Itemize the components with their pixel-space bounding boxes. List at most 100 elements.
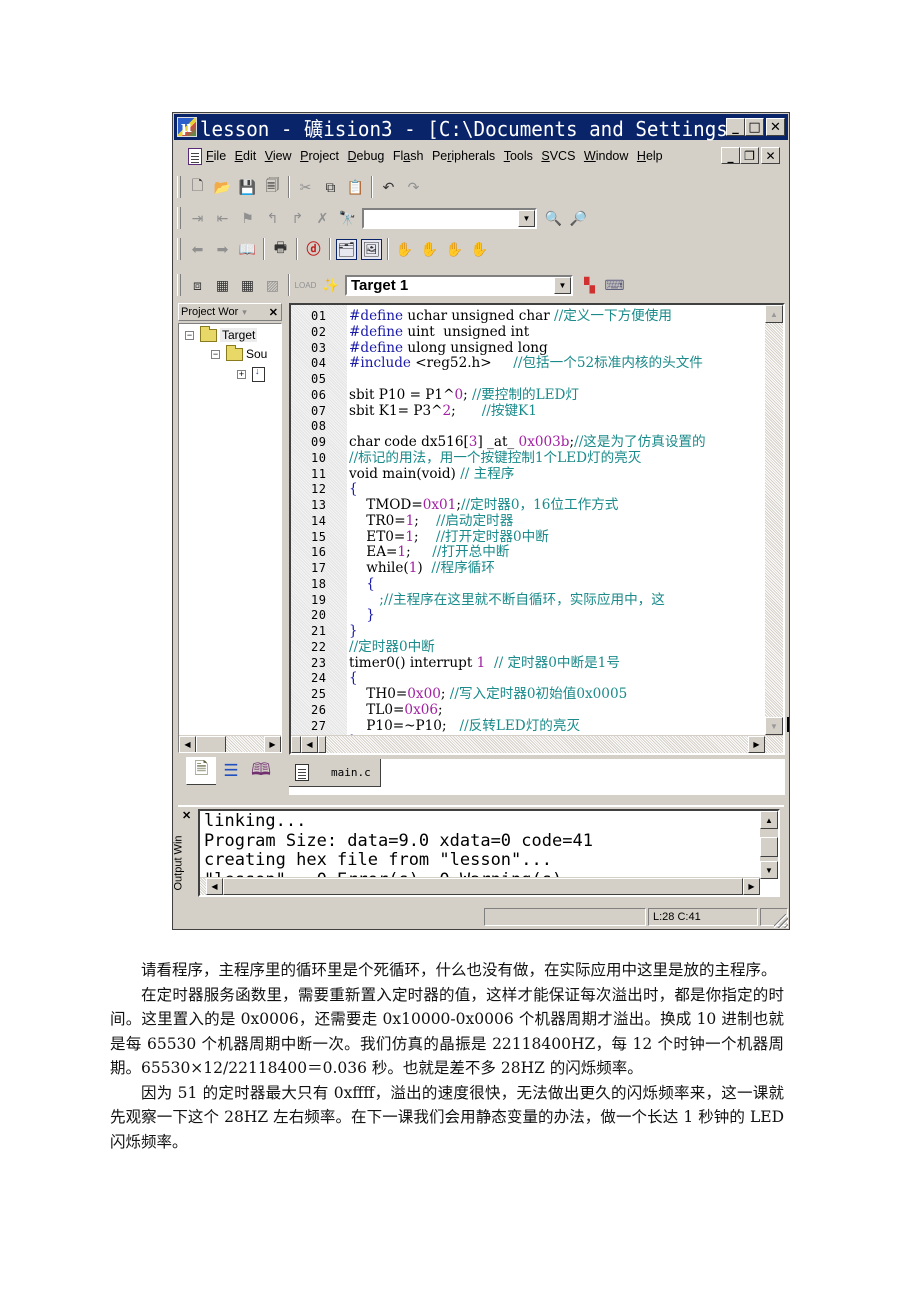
- mdi-minimize-button[interactable]: _: [721, 147, 740, 164]
- expand-icon[interactable]: +: [237, 370, 246, 379]
- close-button[interactable]: ✕: [766, 118, 785, 136]
- code-line[interactable]: 16 EA=1; //打开总中断: [291, 544, 765, 560]
- output-hscrollbar[interactable]: ◀ ▶: [200, 877, 760, 895]
- find-combo-dropdown[interactable]: ▼: [518, 209, 535, 227]
- scroll-down-button[interactable]: ▼: [760, 861, 778, 879]
- manage-components-button[interactable]: ⌨: [604, 275, 625, 296]
- code-line[interactable]: 12 {: [291, 481, 765, 497]
- minimize-button[interactable]: _: [726, 118, 745, 136]
- download-button[interactable]: LOAD: [295, 275, 317, 296]
- code-line[interactable]: 17 while(1) //程序循环: [291, 560, 765, 576]
- menu-window[interactable]: Window: [584, 149, 628, 163]
- pin-icon[interactable]: ▾: [242, 307, 247, 318]
- scroll-thumb[interactable]: [223, 878, 743, 895]
- code-line[interactable]: 05: [291, 371, 765, 387]
- tree-node-source-group[interactable]: − Sou: [211, 344, 267, 361]
- redo-button[interactable]: ↷: [403, 177, 424, 198]
- menu-debug[interactable]: Debug: [348, 149, 385, 163]
- regs-tab[interactable]: ☰: [216, 757, 246, 785]
- code-line[interactable]: 22 //定时器0中断: [291, 639, 765, 655]
- indent-button[interactable]: ⇥: [187, 208, 208, 229]
- bookmark-next-button[interactable]: ↱: [287, 208, 308, 229]
- find-in-files-button[interactable]: 🔭: [337, 208, 358, 229]
- menu-tools[interactable]: Tools: [504, 149, 533, 163]
- breakpoint-disable-all-button[interactable]: ✋: [444, 239, 465, 260]
- close-icon[interactable]: ✕: [269, 306, 278, 319]
- file-extensions-button[interactable]: ▚: [579, 275, 600, 296]
- code-line[interactable]: 20 }: [291, 607, 765, 623]
- project-window-toggle[interactable]: 🗂: [336, 238, 357, 260]
- scroll-thumb[interactable]: [291, 736, 301, 753]
- scroll-down-button[interactable]: ▼: [765, 717, 783, 735]
- collapse-icon[interactable]: −: [211, 349, 220, 359]
- code-editor[interactable]: 01 #define uchar unsigned char //定义一下方便使用…: [289, 303, 789, 755]
- copy-button[interactable]: ⧉: [320, 177, 341, 198]
- code-line[interactable]: 18 {: [291, 576, 765, 592]
- bookmark-toggle-button[interactable]: ⚑: [237, 208, 258, 229]
- scroll-thumb[interactable]: [196, 736, 226, 752]
- scroll-right-button[interactable]: ▶: [743, 878, 760, 895]
- options-for-target-button[interactable]: ✨: [320, 275, 341, 296]
- code-line[interactable]: 02 #define uint unsigned int: [291, 324, 765, 340]
- toolbar-grip[interactable]: [177, 207, 181, 229]
- project-window-header[interactable]: Project Wor ▾ ✕: [178, 303, 282, 321]
- scroll-up-button[interactable]: ▲: [765, 305, 783, 323]
- menu-edit[interactable]: Edit: [235, 149, 257, 163]
- unindent-button[interactable]: ⇤: [212, 208, 233, 229]
- tree-node-file[interactable]: +: [237, 366, 265, 382]
- translate-button[interactable]: ⧈: [187, 275, 208, 296]
- back-button[interactable]: ⬅: [187, 239, 208, 260]
- breakpoint-button[interactable]: ✋: [394, 239, 415, 260]
- code-line[interactable]: 03 #define ulong unsigned long: [291, 340, 765, 356]
- books-tab[interactable]: 🕮: [246, 757, 276, 785]
- code-line[interactable]: 10 //标记的用法，用一个按键控制1个LED灯的亮灭: [291, 450, 765, 466]
- save-all-button[interactable]: 🗐: [262, 177, 283, 198]
- open-file-button[interactable]: 📂: [212, 177, 233, 198]
- scroll-right-button[interactable]: ▶: [748, 736, 765, 753]
- code-line[interactable]: 27 P10=~P10; //反转LED灯的亮灭: [291, 718, 765, 734]
- output-text[interactable]: "lesson" - 0 Error(s), 0 Warning(s).crea…: [198, 809, 780, 897]
- stop-build-button[interactable]: ▨: [262, 275, 283, 296]
- bookmark-prev-button[interactable]: ↰: [262, 208, 283, 229]
- editor-hscrollbar[interactable]: ◀ ▶: [291, 735, 783, 753]
- find-combo[interactable]: ▼: [362, 207, 537, 229]
- new-file-button[interactable]: 🗋: [187, 177, 208, 198]
- mdi-restore-button[interactable]: ❐: [740, 147, 759, 164]
- debug-start-button[interactable]: ⓓ: [303, 239, 324, 260]
- toolbar-grip[interactable]: [177, 176, 181, 198]
- breakpoint-disable-button[interactable]: ✋: [419, 239, 440, 260]
- code-line[interactable]: 11 void main(void) // 主程序: [291, 466, 765, 482]
- menu-peripherals[interactable]: Peripherals: [432, 149, 495, 163]
- code-line[interactable]: 15 ET0=1; //打开定时器0中断: [291, 529, 765, 545]
- project-tree-hscrollbar[interactable]: ◀ ▶: [179, 735, 281, 752]
- files-tab[interactable]: 🗎: [186, 757, 216, 785]
- save-button[interactable]: 💾: [237, 177, 258, 198]
- close-icon[interactable]: ✕: [182, 809, 191, 822]
- target-combo-dropdown[interactable]: ▼: [554, 276, 571, 294]
- code-line[interactable]: 08: [291, 418, 765, 434]
- menu-view[interactable]: View: [265, 149, 292, 163]
- menu-svcs[interactable]: SVCS: [541, 149, 575, 163]
- scroll-thumb[interactable]: [318, 736, 326, 753]
- rebuild-button[interactable]: ▦: [237, 275, 258, 296]
- build-button[interactable]: ▦: [212, 275, 233, 296]
- target-combo[interactable]: Target 1 ▼: [345, 274, 573, 296]
- code-line[interactable]: 23 timer0() interrupt 1 // 定时器0中断是1号: [291, 655, 765, 671]
- document-icon[interactable]: [188, 147, 202, 165]
- resize-grip[interactable]: [774, 914, 788, 928]
- tree-node-target[interactable]: − Target: [185, 325, 258, 342]
- toolbar-grip[interactable]: [177, 274, 181, 296]
- output-vscrollbar[interactable]: ▲ ▼: [760, 811, 778, 879]
- scroll-right-button[interactable]: ▶: [264, 736, 281, 752]
- collapse-icon[interactable]: −: [185, 330, 194, 340]
- menu-help[interactable]: Help: [637, 149, 663, 163]
- bookmark-clear-button[interactable]: ✗: [312, 208, 333, 229]
- menu-file[interactable]: File: [206, 149, 226, 163]
- toolbar-grip[interactable]: [177, 238, 181, 260]
- code-line[interactable]: 21}: [291, 623, 765, 639]
- code-area[interactable]: 01 #define uchar unsigned char //定义一下方便使用…: [291, 308, 765, 735]
- maximize-button[interactable]: □: [745, 118, 764, 136]
- title-bar[interactable]: μ lesson - 礦ision3 - [C:\Documents and S…: [174, 114, 788, 141]
- code-line[interactable]: 24 {: [291, 670, 765, 686]
- editor-vscrollbar[interactable]: ▲ ▼: [765, 305, 783, 735]
